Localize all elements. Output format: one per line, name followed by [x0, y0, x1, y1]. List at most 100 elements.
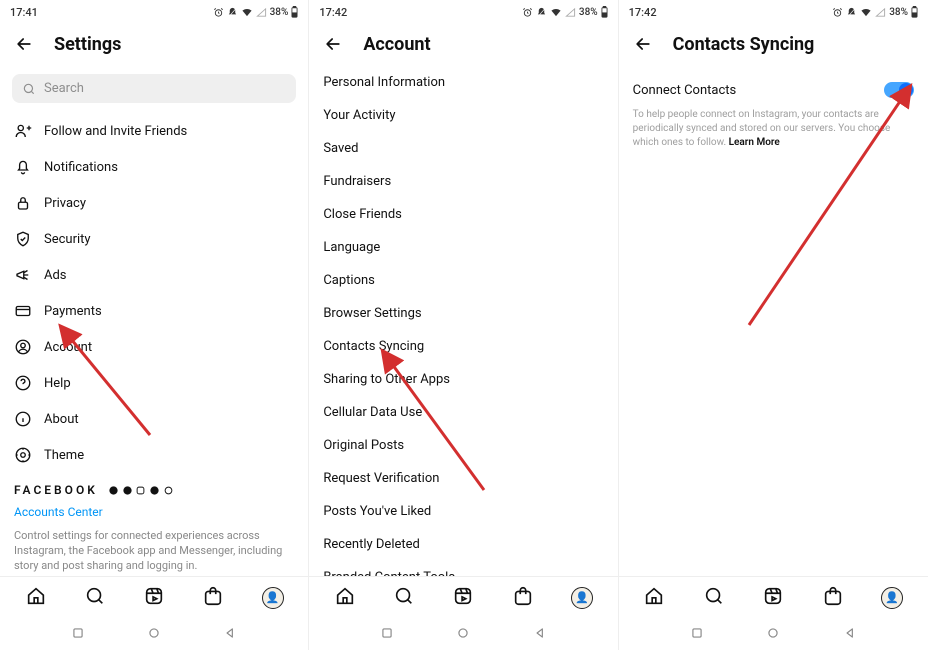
battery-percent: 38% — [270, 7, 289, 18]
nav-search[interactable] — [703, 585, 725, 611]
shield-icon — [14, 230, 32, 248]
status-time: 17:42 — [629, 6, 657, 19]
shop-icon — [202, 585, 224, 607]
account-item-your-activity[interactable]: Your Activity — [309, 99, 617, 132]
account-item-language[interactable]: Language — [309, 231, 617, 264]
account-item-browser-settings[interactable]: Browser Settings — [309, 297, 617, 330]
bottom-nav: 👤 — [619, 576, 928, 618]
android-nav — [619, 618, 928, 650]
arrow-left-icon — [633, 34, 653, 54]
learn-more-link[interactable]: Learn More — [729, 137, 780, 148]
nav-reels[interactable] — [452, 585, 474, 611]
back-button[interactable] — [323, 34, 343, 54]
avatar-icon: 👤 — [571, 587, 593, 609]
android-nav — [309, 618, 617, 650]
megaphone-icon — [14, 266, 32, 284]
arrow-left-icon — [323, 34, 343, 54]
nav-home[interactable] — [643, 585, 665, 611]
reels-icon — [452, 585, 474, 607]
nav-profile[interactable]: 👤 — [881, 587, 903, 609]
account-item-fundraisers[interactable]: Fundraisers — [309, 165, 617, 198]
item-label: Payments — [44, 304, 102, 319]
nav-profile[interactable]: 👤 — [262, 587, 284, 609]
settings-item-notifications[interactable]: Notifications — [0, 149, 308, 185]
accounts-center-link[interactable]: Accounts Center — [0, 499, 308, 525]
status-indicators: 38% — [832, 6, 918, 18]
item-label: Help — [44, 376, 71, 391]
theme-icon — [14, 446, 32, 464]
item-label: Theme — [44, 448, 84, 463]
nav-shop[interactable] — [512, 585, 534, 611]
search-icon — [393, 585, 415, 607]
signal-icon — [565, 7, 576, 18]
nav-recent[interactable] — [71, 625, 85, 644]
settings-item-about[interactable]: About — [0, 401, 308, 437]
settings-item-help[interactable]: Help — [0, 365, 308, 401]
settings-item-theme[interactable]: Theme — [0, 437, 308, 473]
back-button[interactable] — [633, 34, 653, 54]
nav-back-android[interactable] — [223, 625, 237, 644]
brand-row: FACEBOOK — [0, 473, 308, 499]
nav-reels[interactable] — [762, 585, 784, 611]
settings-item-follow-invite[interactable]: Follow and Invite Friends — [0, 113, 308, 149]
nav-search[interactable] — [84, 585, 106, 611]
nav-home-android[interactable] — [147, 625, 161, 644]
search-icon — [84, 585, 106, 607]
item-label: Follow and Invite Friends — [44, 124, 187, 139]
status-bar: 17:41 38% — [0, 0, 308, 22]
nav-recent[interactable] — [380, 625, 394, 644]
account-item-personal-information[interactable]: Personal Information — [309, 66, 617, 99]
account-item-recently-deleted[interactable]: Recently Deleted — [309, 528, 617, 561]
nav-back-android[interactable] — [533, 625, 547, 644]
battery-icon — [911, 6, 918, 18]
account-item-close-friends[interactable]: Close Friends — [309, 198, 617, 231]
alarm-icon — [522, 7, 533, 18]
nav-home[interactable] — [334, 585, 356, 611]
account-item-cellular-data-use[interactable]: Cellular Data Use — [309, 396, 617, 429]
account-item-posts-you-ve-liked[interactable]: Posts You've Liked — [309, 495, 617, 528]
item-label: Security — [44, 232, 91, 247]
nav-recent[interactable] — [690, 625, 704, 644]
battery-icon — [291, 6, 298, 18]
nav-shop[interactable] — [822, 585, 844, 611]
nav-home[interactable] — [25, 585, 47, 611]
help-text: To help people connect on Instagram, you… — [619, 108, 928, 150]
wifi-icon — [241, 7, 253, 18]
settings-item-privacy[interactable]: Privacy — [0, 185, 308, 221]
nav-back-android[interactable] — [843, 625, 857, 644]
shop-icon — [512, 585, 534, 607]
triangle-left-icon — [533, 626, 547, 640]
account-item-contacts-syncing[interactable]: Contacts Syncing — [309, 330, 617, 363]
contacts-syncing-screen: 17:42 38% Contacts Syncing Connect Conta… — [619, 0, 928, 650]
account-item-request-verification[interactable]: Request Verification — [309, 462, 617, 495]
account-item-captions[interactable]: Captions — [309, 264, 617, 297]
nav-shop[interactable] — [202, 585, 224, 611]
nav-reels[interactable] — [143, 585, 165, 611]
status-indicators: 38% — [213, 6, 299, 18]
nav-search[interactable] — [393, 585, 415, 611]
account-item-branded-content-tools[interactable]: Branded Content Tools — [309, 561, 617, 576]
nav-profile[interactable]: 👤 — [571, 587, 593, 609]
account-item-original-posts[interactable]: Original Posts — [309, 429, 617, 462]
account-item-sharing-to-other-apps[interactable]: Sharing to Other Apps — [309, 363, 617, 396]
status-time: 17:42 — [319, 6, 347, 19]
header: Account — [309, 22, 617, 66]
account-item-saved[interactable]: Saved — [309, 132, 617, 165]
item-label: Notifications — [44, 160, 118, 175]
account-list[interactable]: Personal InformationYour ActivitySavedFu… — [309, 66, 617, 576]
status-time: 17:41 — [10, 6, 38, 19]
avatar-icon: 👤 — [262, 587, 284, 609]
settings-item-security[interactable]: Security — [0, 221, 308, 257]
item-label: Privacy — [44, 196, 86, 211]
back-button[interactable] — [14, 34, 34, 54]
settings-item-ads[interactable]: Ads — [0, 257, 308, 293]
shop-icon — [822, 585, 844, 607]
nav-home-android[interactable] — [766, 625, 780, 644]
mute-icon — [227, 7, 238, 18]
search-input[interactable]: Search — [12, 74, 296, 103]
lock-icon — [14, 194, 32, 212]
settings-item-payments[interactable]: Payments — [0, 293, 308, 329]
nav-home-android[interactable] — [456, 625, 470, 644]
connect-contacts-toggle[interactable] — [884, 82, 914, 98]
settings-item-account[interactable]: Account — [0, 329, 308, 365]
